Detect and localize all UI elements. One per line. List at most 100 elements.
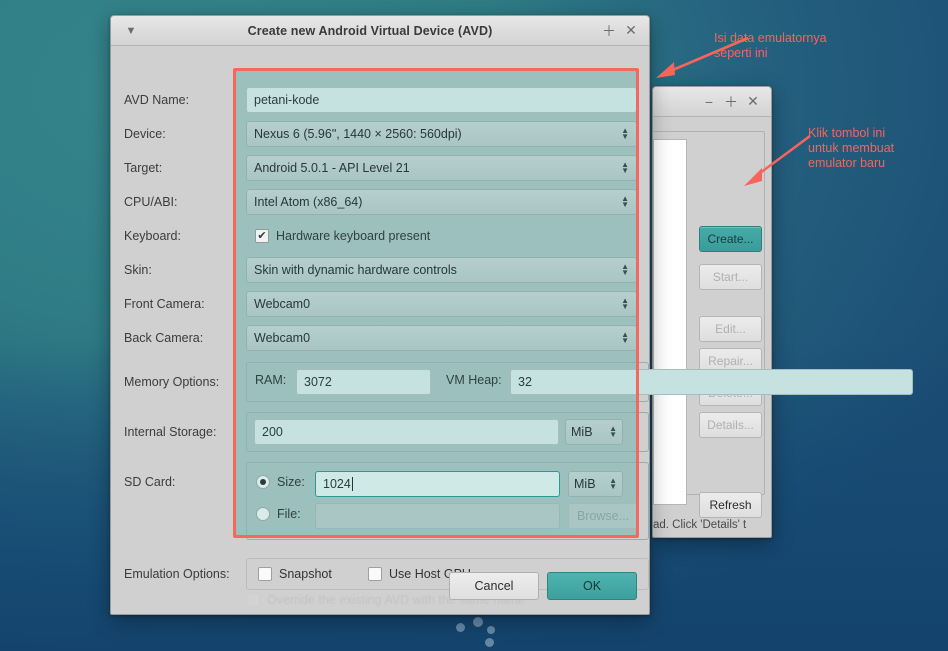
cpu-abi-value: Intel Atom (x86_64) bbox=[254, 195, 363, 209]
ok-button[interactable]: OK bbox=[547, 572, 637, 600]
decorative-dot bbox=[485, 638, 494, 647]
memory-options-label: Memory Options: bbox=[124, 375, 220, 389]
override-avd-checkbox[interactable] bbox=[246, 593, 260, 607]
click-create-annotation: Klik tombol ini untuk membuat emulator b… bbox=[808, 126, 895, 170]
emulation-options-label: Emulation Options: bbox=[124, 567, 230, 581]
device-value: Nexus 6 (5.96", 1440 × 2560: 560dpi) bbox=[254, 127, 462, 141]
edit-button: Edit... bbox=[699, 316, 762, 342]
keyboard-label: Keyboard: bbox=[124, 229, 181, 243]
sd-size-unit-value: MiB bbox=[574, 477, 596, 491]
sd-file-input[interactable] bbox=[315, 503, 560, 529]
chevron-updown-icon: ▲ ▼ bbox=[621, 330, 629, 345]
sd-card-label: SD Card: bbox=[124, 475, 176, 489]
row-device: Device: Nexus 6 (5.96", 1440 × 2560: 560… bbox=[111, 121, 649, 147]
dialog-body: AVD Name: petani-kode Device: Nexus 6 (5… bbox=[111, 46, 913, 614]
row-avd-name: AVD Name: petani-kode bbox=[111, 87, 649, 113]
decorative-dot bbox=[487, 626, 495, 634]
fill-data-arrow bbox=[656, 36, 749, 78]
hardware-keyboard-checkbox[interactable]: ✔ bbox=[255, 229, 269, 243]
internal-storage-unit-value: MiB bbox=[571, 425, 593, 439]
internal-storage-unit-select[interactable]: MiB ▲ ▼ bbox=[565, 419, 623, 445]
sd-size-input[interactable]: 1024 bbox=[315, 471, 560, 497]
refresh-button[interactable]: Refresh bbox=[699, 492, 762, 518]
cpu-abi-label: CPU/ABI: bbox=[124, 195, 178, 209]
row-sd-card: SD Card: Size: 1024 MiB ▲ ▼ File: Browse… bbox=[111, 462, 649, 540]
sd-file-radio-row[interactable]: File: bbox=[256, 507, 301, 521]
row-keyboard: Keyboard: ✔ Hardware keyboard present bbox=[111, 223, 649, 249]
sd-file-radio[interactable] bbox=[256, 507, 270, 521]
row-back-camera: Back Camera: Webcam0 ▲ ▼ bbox=[111, 325, 649, 351]
row-target: Target: Android 5.0.1 - API Level 21 ▲ ▼ bbox=[111, 155, 649, 181]
device-label: Device: bbox=[124, 127, 166, 141]
decorative-dot bbox=[473, 617, 483, 627]
avd-name-label: AVD Name: bbox=[124, 93, 190, 107]
row-skin: Skin: Skin with dynamic hardware control… bbox=[111, 257, 649, 283]
create-avd-dialog[interactable]: ▼ Create new Android Virtual Device (AVD… bbox=[110, 15, 913, 615]
snapshot-checkbox-row[interactable]: Snapshot bbox=[258, 567, 332, 581]
click-create-arrow bbox=[744, 134, 811, 186]
chevron-updown-icon: ▲ ▼ bbox=[621, 262, 629, 277]
minimize-icon[interactable]: − bbox=[698, 91, 720, 113]
text-cursor bbox=[351, 477, 353, 491]
avd-list[interactable] bbox=[653, 139, 687, 505]
sd-browse-button: Browse... bbox=[568, 503, 638, 529]
chevron-updown-icon: ▲ ▼ bbox=[609, 424, 617, 439]
dialog-title: Create new Android Virtual Device (AVD) bbox=[247, 23, 493, 38]
sd-size-radio-row[interactable]: Size: bbox=[256, 475, 305, 489]
target-value: Android 5.0.1 - API Level 21 bbox=[254, 161, 410, 175]
maximize-icon[interactable]: ＋ bbox=[720, 91, 742, 113]
vm-heap-label: VM Heap: bbox=[446, 373, 502, 387]
dialog-titlebar[interactable]: ▼ Create new Android Virtual Device (AVD… bbox=[111, 16, 649, 46]
back-camera-label: Back Camera: bbox=[124, 331, 204, 345]
chevron-updown-icon: ▲ ▼ bbox=[621, 160, 629, 175]
cpu-abi-select[interactable]: Intel Atom (x86_64) ▲ ▼ bbox=[246, 189, 637, 215]
ram-input[interactable]: 3072 bbox=[296, 369, 431, 395]
row-cpu-abi: CPU/ABI: Intel Atom (x86_64) ▲ ▼ bbox=[111, 189, 649, 215]
chevron-updown-icon: ▲ ▼ bbox=[621, 296, 629, 311]
row-internal-storage: Internal Storage: 200 MiB ▲ ▼ bbox=[111, 412, 649, 452]
row-memory-options: Memory Options: RAM: 3072 VM Heap: 32 bbox=[111, 362, 913, 402]
snapshot-label: Snapshot bbox=[279, 567, 332, 581]
status-text: ad. Click 'Details' t bbox=[653, 519, 747, 531]
close-icon[interactable]: ✕ bbox=[620, 20, 642, 42]
back-camera-select[interactable]: Webcam0 ▲ ▼ bbox=[246, 325, 637, 351]
avd-name-input[interactable]: petani-kode bbox=[246, 87, 637, 113]
internal-storage-label: Internal Storage: bbox=[124, 425, 217, 439]
avd-manager-titlebar[interactable]: − ＋ ✕ bbox=[653, 87, 771, 117]
target-label: Target: bbox=[124, 161, 163, 175]
chevron-down-icon[interactable]: ▼ bbox=[120, 20, 142, 42]
skin-value: Skin with dynamic hardware controls bbox=[254, 263, 457, 277]
chevron-updown-icon: ▲ ▼ bbox=[621, 194, 629, 209]
desktop: − ＋ ✕ Create... Start... Edit... Repair.… bbox=[0, 0, 948, 651]
chevron-updown-icon: ▲ ▼ bbox=[609, 476, 617, 491]
cancel-button[interactable]: Cancel bbox=[449, 572, 539, 600]
host-gpu-checkbox[interactable] bbox=[368, 567, 382, 581]
close-icon[interactable]: ✕ bbox=[742, 91, 764, 113]
skin-select[interactable]: Skin with dynamic hardware controls ▲ ▼ bbox=[246, 257, 637, 283]
front-camera-label: Front Camera: bbox=[124, 297, 205, 311]
create-button[interactable]: Create... bbox=[699, 226, 762, 252]
front-camera-value: Webcam0 bbox=[254, 297, 311, 311]
decorative-dot bbox=[456, 623, 465, 632]
hardware-keyboard-label: Hardware keyboard present bbox=[276, 229, 431, 243]
back-camera-value: Webcam0 bbox=[254, 331, 311, 345]
maximize-icon[interactable]: ＋ bbox=[598, 20, 620, 42]
check-icon: ✔ bbox=[257, 229, 267, 242]
snapshot-checkbox[interactable] bbox=[258, 567, 272, 581]
sd-size-radio[interactable] bbox=[256, 475, 270, 489]
internal-storage-input[interactable]: 200 bbox=[254, 419, 559, 445]
skin-label: Skin: bbox=[124, 263, 152, 277]
ram-label: RAM: bbox=[255, 373, 287, 387]
start-button: Start... bbox=[699, 264, 762, 290]
target-select[interactable]: Android 5.0.1 - API Level 21 ▲ ▼ bbox=[246, 155, 637, 181]
sd-size-label: Size: bbox=[277, 475, 305, 489]
device-select[interactable]: Nexus 6 (5.96", 1440 × 2560: 560dpi) ▲ ▼ bbox=[246, 121, 637, 147]
front-camera-select[interactable]: Webcam0 ▲ ▼ bbox=[246, 291, 637, 317]
sd-file-label: File: bbox=[277, 507, 301, 521]
row-front-camera: Front Camera: Webcam0 ▲ ▼ bbox=[111, 291, 649, 317]
sd-size-unit-select[interactable]: MiB ▲ ▼ bbox=[568, 471, 623, 497]
chevron-updown-icon: ▲ ▼ bbox=[621, 126, 629, 141]
vm-heap-input[interactable]: 32 bbox=[510, 369, 913, 395]
details-button: Details... bbox=[699, 412, 762, 438]
sd-size-value: 1024 bbox=[323, 477, 351, 491]
